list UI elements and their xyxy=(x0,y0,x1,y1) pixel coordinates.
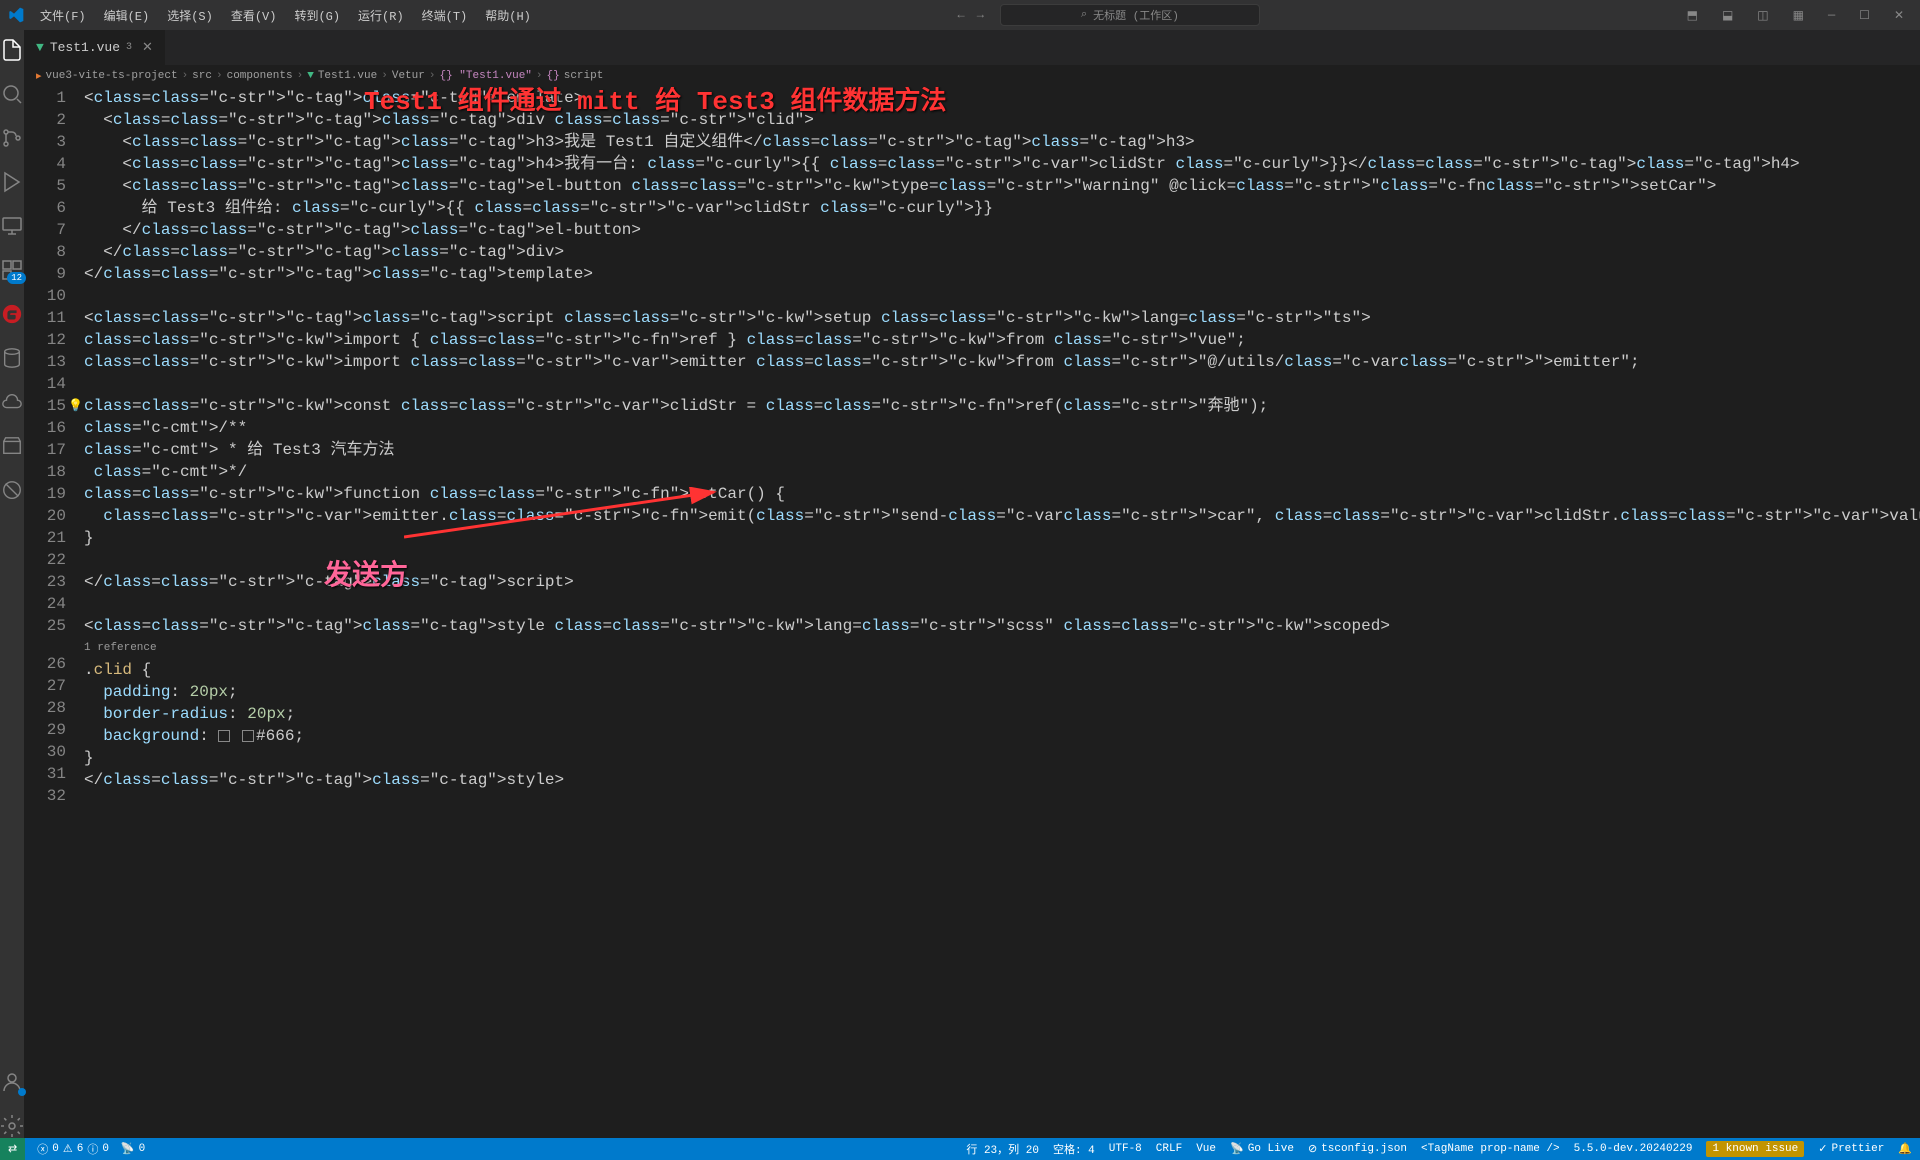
menu-run[interactable]: 运行(R) xyxy=(350,3,412,28)
layout-primary-icon[interactable]: ⬒ xyxy=(1679,4,1706,27)
status-problems[interactable]: ⓧ 0 ⚠ 6 ⓘ 0 xyxy=(37,1141,109,1157)
remote-button[interactable]: ⇄ xyxy=(0,1138,25,1160)
status-bell-icon[interactable]: 🔔 xyxy=(1898,1142,1912,1156)
status-tsversion[interactable]: 5.5.0-dev.20240229 xyxy=(1574,1143,1693,1155)
folder-icon: ▸ xyxy=(36,69,42,83)
settings-gear-icon[interactable] xyxy=(0,1114,24,1138)
command-center[interactable]: ⌕ 无标题 (工作区) xyxy=(1000,4,1260,26)
breadcrumb-left[interactable]: ▸vue3-vite-ts-project› src› components› … xyxy=(24,65,1920,87)
project-manager-icon[interactable] xyxy=(0,434,24,458)
accounts-icon[interactable] xyxy=(0,1070,24,1094)
source-control-icon[interactable] xyxy=(0,126,24,150)
status-bar: ⇄ ⓧ 0 ⚠ 6 ⓘ 0 📡 0 行 23，列 20 空格: 4 UTF-8 … xyxy=(0,1138,1920,1160)
layout-panel-icon[interactable]: ⬓ xyxy=(1714,4,1741,27)
menu-edit[interactable]: 编辑(E) xyxy=(96,3,158,28)
tab-test1[interactable]: ▼ Test1.vue 3 ✕ xyxy=(24,30,166,65)
extensions-icon[interactable]: 12 xyxy=(0,258,24,282)
menu-help[interactable]: 帮助(H) xyxy=(477,3,539,28)
cloud-icon[interactable] xyxy=(0,390,24,414)
title-bar: 文件(F) 编辑(E) 选择(S) 查看(V) 转到(G) 运行(R) 终端(T… xyxy=(0,0,1920,30)
menu-selection[interactable]: 选择(S) xyxy=(159,3,221,28)
search-icon: ⌕ xyxy=(1081,9,1087,21)
status-encoding[interactable]: UTF-8 xyxy=(1109,1143,1142,1155)
nav-back-icon[interactable]: ← xyxy=(958,8,965,22)
menu-file[interactable]: 文件(F) xyxy=(32,3,94,28)
layout-secondary-icon[interactable]: ◫ xyxy=(1749,4,1776,27)
status-eol[interactable]: CRLF xyxy=(1156,1143,1182,1155)
window-minimize-icon[interactable]: — xyxy=(1820,4,1843,26)
menu-terminal[interactable]: 终端(T) xyxy=(414,3,476,28)
status-golive[interactable]: 📡 Go Live xyxy=(1230,1142,1294,1156)
status-prettier[interactable]: ✓ Prettier xyxy=(1818,1142,1884,1156)
menu-view[interactable]: 查看(V) xyxy=(223,3,285,28)
run-debug-icon[interactable] xyxy=(0,170,24,194)
arrow-icon xyxy=(404,487,724,547)
menu-go[interactable]: 转到(G) xyxy=(286,3,348,28)
no-icon[interactable] xyxy=(0,478,24,502)
window-close-icon[interactable]: ✕ xyxy=(1886,4,1912,27)
status-ports[interactable]: 📡 0 xyxy=(121,1142,145,1156)
explorer-icon[interactable] xyxy=(0,38,24,62)
status-issues[interactable]: 1 known issue xyxy=(1706,1141,1804,1157)
status-tsconfig[interactable]: ⊘ tsconfig.json xyxy=(1308,1142,1407,1156)
nav-forward-icon[interactable]: → xyxy=(977,8,984,22)
remote-explorer-icon[interactable] xyxy=(0,214,24,238)
vscode-logo-icon xyxy=(8,7,24,23)
status-language[interactable]: Vue xyxy=(1196,1143,1216,1155)
close-icon[interactable]: ✕ xyxy=(142,40,153,55)
tab-bar: ▼ Test1.vue 3 ✕ ⋯ xyxy=(24,30,1920,65)
editor-area: ▼ Test1.vue 3 ✕ ⋯ ▸vue3-vite-ts-project›… xyxy=(24,30,1920,1138)
status-cursor-pos[interactable]: 行 23，列 20 xyxy=(966,1141,1039,1157)
gitee-icon[interactable] xyxy=(0,302,24,326)
layout-customize-icon[interactable]: ▦ xyxy=(1785,4,1812,27)
code-editor-left[interactable]: 1234567891011121314151617181920212223242… xyxy=(24,87,1920,1138)
activity-bar: 12 xyxy=(0,30,24,1138)
status-tagname[interactable]: <TagName prop-name /> xyxy=(1421,1143,1560,1155)
status-indent[interactable]: 空格: 4 xyxy=(1053,1141,1095,1157)
editor-pane-left: ▼ Test1.vue 3 ✕ ⋯ ▸vue3-vite-ts-project›… xyxy=(24,30,1920,1138)
search-icon[interactable] xyxy=(0,82,24,106)
vue-file-icon: ▼ xyxy=(36,40,44,55)
menu-bar: 文件(F) 编辑(E) 选择(S) 查看(V) 转到(G) 运行(R) 终端(T… xyxy=(32,3,539,28)
database-icon[interactable] xyxy=(0,346,24,370)
window-maximize-icon[interactable]: ☐ xyxy=(1851,4,1878,27)
vue-file-icon: ▼ xyxy=(307,70,314,82)
